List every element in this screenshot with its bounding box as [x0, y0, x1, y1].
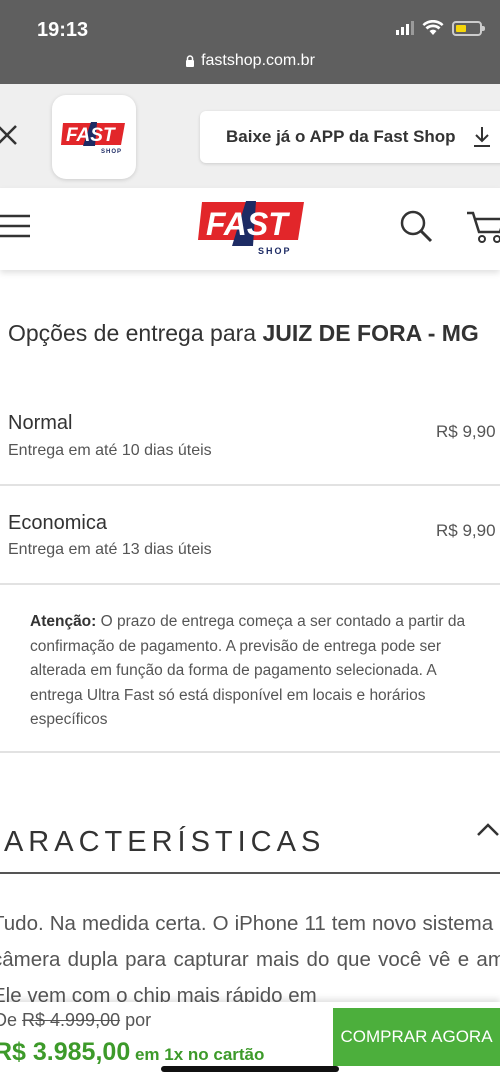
features-divider [0, 872, 500, 874]
delivery-notice: Atenção: O prazo de entrega começa a ser… [30, 610, 470, 733]
delivery-option-price: R$ 9,90 [436, 521, 496, 540]
cart-icon[interactable] [466, 210, 500, 244]
notice-text: O prazo de entrega começa a ser contado … [30, 613, 466, 728]
divider [0, 751, 500, 753]
delivery-title-prefix: Opções de entrega para [8, 320, 263, 346]
fast-shop-logo-small: FAST SHOP [61, 122, 125, 155]
delivery-option-description: Entrega em até 13 dias úteis [8, 541, 212, 558]
delivery-option-name: Economica [8, 512, 107, 534]
url-text: fastshop.com.br [201, 52, 315, 69]
old-price-suffix: por [120, 1010, 152, 1030]
old-price-value: R$ 4.999,00 [22, 1010, 121, 1030]
wifi-icon [422, 20, 444, 35]
old-price-prefix: De [0, 1010, 18, 1030]
battery-icon [452, 20, 485, 36]
new-price-value: R$ 3.985,00 [0, 1038, 131, 1066]
new-price: R$ 3.985,00 em 1x no cartão [0, 1038, 264, 1067]
divider [0, 484, 500, 486]
url-bar[interactable]: fastshop.com.br [0, 52, 500, 70]
delivery-title: Opções de entrega para JUIZ DE FORA - MG [8, 316, 488, 350]
notice-label: Atenção: [30, 613, 97, 630]
delivery-option-name: Normal [8, 412, 73, 434]
divider [0, 583, 500, 585]
buy-now-button[interactable]: COMPRAR AGORA [333, 1008, 500, 1066]
home-indicator [161, 1066, 339, 1072]
svg-text:FAST: FAST [206, 206, 290, 242]
delivery-option-price: R$ 9,90 [436, 422, 496, 441]
svg-text:SHOP: SHOP [258, 246, 292, 256]
fast-shop-logo[interactable]: FAST SHOP [198, 200, 304, 258]
download-app-label: Baixe já o APP da Fast Shop [226, 127, 456, 146]
site-header: FAST SHOP [0, 188, 500, 270]
svg-text:FAST: FAST [66, 125, 116, 146]
features-title[interactable]: CARACTERÍSTICAS [0, 826, 325, 859]
delivery-option-description: Entrega em até 10 dias úteis [8, 442, 212, 459]
installments-text: em 1x no cartão [130, 1045, 265, 1064]
chevron-up-icon[interactable] [476, 822, 500, 838]
close-icon[interactable] [0, 124, 20, 148]
app-logo-tile[interactable]: FAST SHOP [52, 95, 136, 179]
status-icons [396, 20, 485, 36]
search-icon[interactable] [398, 208, 434, 244]
signal-icon [396, 21, 414, 35]
svg-text:SHOP: SHOP [101, 149, 122, 155]
status-bar: 19:13 fastshop.com.br [0, 0, 500, 84]
hamburger-icon[interactable] [0, 212, 32, 240]
download-icon [473, 127, 490, 147]
status-time: 19:13 [37, 19, 89, 41]
features-description: Tudo. Na medida certa. O iPhone 11 tem n… [0, 912, 500, 1002]
old-price: De R$ 4.999,00 por [0, 1010, 151, 1031]
delivery-city: JUIZ DE FORA - MG [262, 320, 479, 346]
lock-icon [186, 55, 195, 67]
download-app-button[interactable]: Baixe já o APP da Fast Shop [200, 111, 500, 163]
